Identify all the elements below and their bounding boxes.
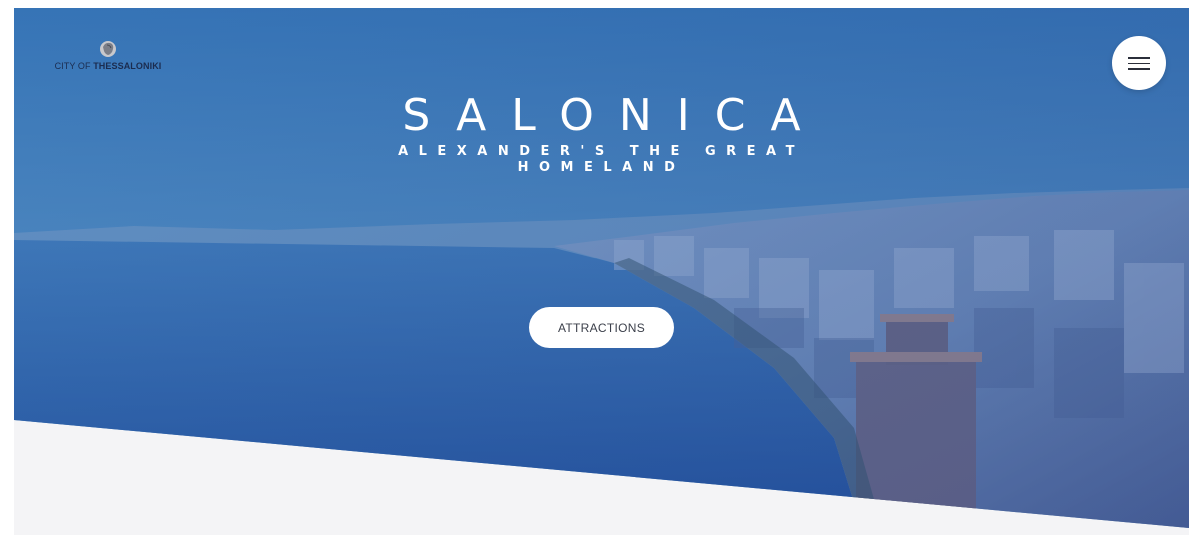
- hero-title: SALONICA: [402, 90, 826, 141]
- city-logo[interactable]: CITY OF THESSALONIKI: [48, 39, 168, 71]
- attractions-button[interactable]: ATTRACTIONS: [529, 307, 674, 348]
- logo-name: THESSALONIKI: [93, 61, 162, 71]
- hamburger-menu-button[interactable]: [1112, 36, 1166, 90]
- hero-background-image: [14, 8, 1189, 528]
- logo-prefix: CITY OF: [54, 61, 94, 71]
- hero-subtitle: ALEXANDER'S THE GREAT HOMELAND: [398, 144, 805, 175]
- hero-section: CITY OF THESSALONIKI SALONICA ALEXANDER'…: [14, 8, 1189, 535]
- city-logo-wordmark: CITY OF THESSALONIKI: [48, 61, 168, 71]
- page: CITY OF THESSALONIKI SALONICA ALEXANDER'…: [14, 8, 1189, 535]
- alexander-head-icon: [100, 41, 116, 57]
